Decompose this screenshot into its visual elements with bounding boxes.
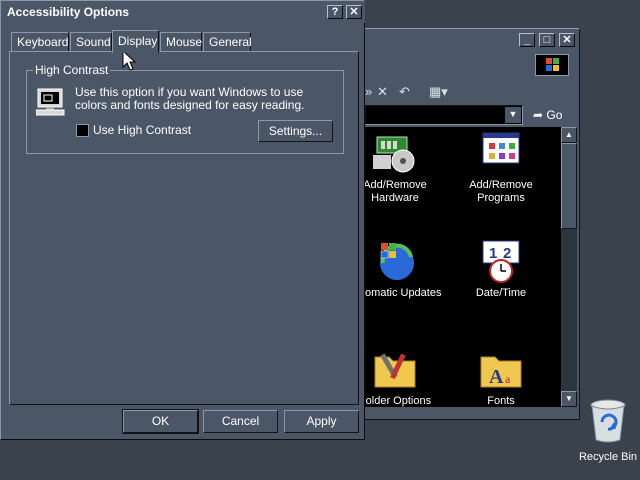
go-label: Go [546,108,563,122]
mouse-cursor-icon [122,50,136,71]
list-item[interactable]: 1 2 Date/Time [451,239,551,300]
move-to-icon[interactable]: » [365,84,372,100]
svg-text:a: a [505,372,511,386]
control-panel-window[interactable]: _ □ ✕ » ✕ ↶ ▦▾ ▼ ➦ Go Add/Remove Hardwar… [360,28,580,420]
delete-icon[interactable]: ✕ [377,84,388,100]
item-label: Automatic Updates [365,287,442,299]
undo-icon[interactable]: ↶ [399,84,410,100]
scroll-down-icon[interactable]: ▼ [561,391,577,407]
ok-button[interactable]: OK [122,409,199,434]
list-item[interactable]: A a Fonts [451,347,551,407]
tab-sound[interactable]: Sound [70,32,112,52]
apply-button[interactable]: Apply [284,410,359,433]
high-contrast-group: High Contrast Use this option if you wan… [26,63,344,154]
settings-button[interactable]: Settings... [258,120,333,142]
recycle-bin-icon [590,399,626,443]
windows-logo-icon [535,54,569,76]
list-item[interactable]: Folder Options [365,347,445,407]
item-label: Date/Time [475,287,527,299]
svg-text:1: 1 [489,245,497,262]
calendar-clock-icon: 1 2 [482,240,520,283]
item-label: Folder Options [365,395,432,407]
address-bar: ▼ ➦ Go [361,103,577,127]
help-icon[interactable]: ? [327,5,343,19]
throbber-bar [361,51,577,79]
dialog-titlebar[interactable]: Accessibility Options ? ✕ [1,1,365,23]
tab-strip: Keyboard Sound Display Mouse General [11,30,351,53]
vertical-scrollbar[interactable]: ▲ ▼ [561,127,577,407]
maximize-icon[interactable]: □ [539,33,555,47]
recycle-bin[interactable]: Recycle Bin [576,398,640,468]
folder-tools-icon [374,353,416,388]
checkbox-label[interactable]: Use High Contrast [93,123,191,137]
dialog-title: Accessibility Options [7,5,130,19]
display-tab-panel: High Contrast Use this option if you wan… [9,51,359,405]
recycle-bin-label: Recycle Bin [578,451,638,463]
standard-toolbar: » ✕ ↶ ▦▾ [361,79,577,105]
tab-display[interactable]: Display [112,30,159,53]
hardware-icon [373,136,415,173]
close-icon[interactable]: ✕ [559,33,575,47]
views-icon[interactable]: ▦▾ [429,84,448,100]
accessibility-options-dialog[interactable]: Accessibility Options ? ✕ Keyboard Sound… [0,0,365,440]
item-label: Fonts [487,395,515,407]
programs-icon [482,132,520,164]
tab-keyboard[interactable]: Keyboard [11,32,69,52]
close-icon[interactable]: ✕ [346,5,362,19]
chevron-down-icon[interactable]: ▼ [505,107,521,123]
tab-mouse[interactable]: Mouse [160,32,202,52]
control-panel-items: Add/Remove Hardware Add/Remove Programs [365,127,561,407]
control-panel-titlebar[interactable]: _ □ ✕ [361,29,577,51]
high-contrast-description: Use this option if you want Windows to u… [75,85,305,112]
list-item[interactable]: Add/Remove Hardware [365,131,445,205]
tab-general[interactable]: General [203,32,252,52]
item-label: Add/Remove Programs [469,179,533,204]
group-label: High Contrast [33,63,111,77]
high-contrast-monitor-icon [36,88,65,116]
cancel-button[interactable]: Cancel [203,410,278,433]
go-button[interactable]: ➦ Go [533,105,573,125]
use-high-contrast-checkbox[interactable] [76,124,89,137]
item-label: Add/Remove Hardware [365,179,427,204]
minimize-icon[interactable]: _ [519,33,535,47]
list-item[interactable]: Automatic Updates [365,239,445,300]
list-item[interactable]: Add/Remove Programs [451,131,551,205]
fonts-folder-icon: A a [480,356,522,388]
scroll-up-icon[interactable]: ▲ [561,127,577,143]
windows-update-icon [380,243,414,280]
go-arrow-icon: ➦ [533,108,544,122]
scroll-thumb[interactable] [561,143,577,229]
svg-text:A: A [489,366,504,388]
address-input[interactable]: ▼ [365,105,523,125]
